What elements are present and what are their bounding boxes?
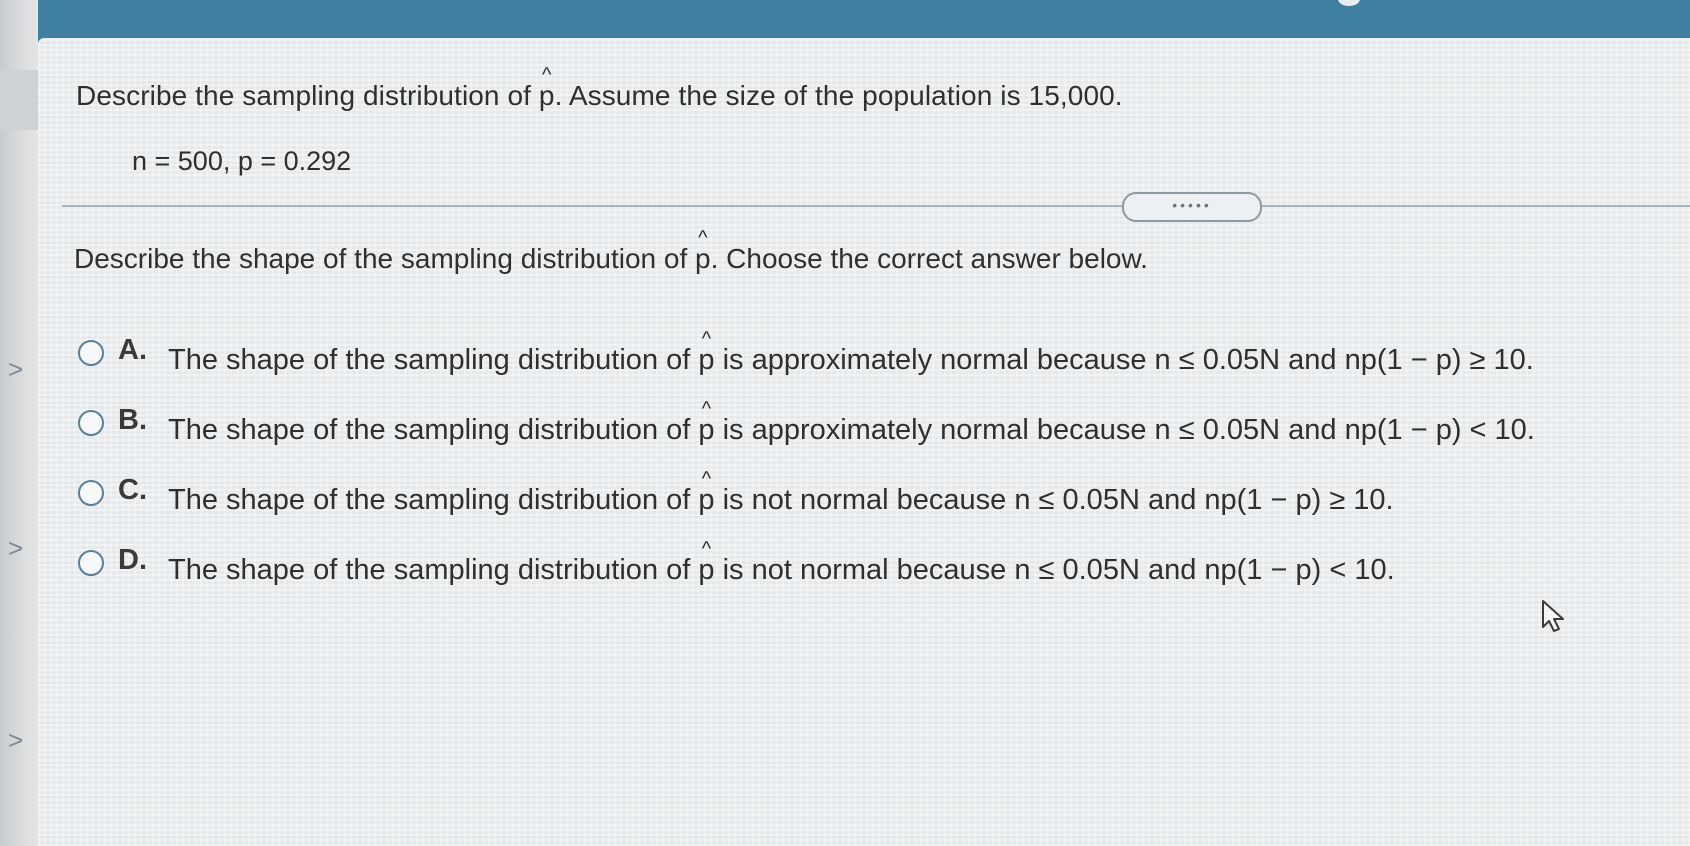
radio-button[interactable] — [78, 550, 104, 576]
option-text-suffix: is not normal because n ≤ 0.05N and np(1… — [714, 484, 1394, 516]
option-letter: C. — [118, 474, 147, 506]
option-letter: A. — [118, 334, 147, 366]
option-text-prefix: The shape of the sampling distribution o… — [168, 414, 699, 446]
chevron-right-icon[interactable]: > — [8, 727, 23, 753]
p-hat-symbol: ^ p — [698, 469, 714, 517]
hat-accent: ^ — [701, 538, 712, 560]
p-hat-symbol: ^ p — [698, 399, 714, 447]
question-prefix: Describe the sampling distribution of — [76, 80, 539, 111]
mouse-pointer-icon — [1542, 600, 1564, 632]
option-text: The shape of the sampling distribution o… — [168, 539, 1395, 587]
option-text: The shape of the sampling distribution o… — [168, 399, 1535, 447]
option-text-prefix: The shape of the sampling distribution o… — [168, 344, 699, 376]
radio-button[interactable] — [78, 410, 104, 436]
chevron-right-icon[interactable]: > — [8, 535, 23, 561]
expand-handle-button[interactable]: ••••• — [1122, 192, 1262, 222]
option-d[interactable]: D. The shape of the sampling distributio… — [78, 539, 1535, 612]
option-c[interactable]: C. The shape of the sampling distributio… — [78, 469, 1535, 542]
given-parameters: n = 500, p = 0.292 — [132, 146, 352, 176]
p-hat-symbol: ^ p — [695, 228, 711, 275]
hat-accent: ^ — [701, 398, 712, 420]
option-text-prefix: The shape of the sampling distribution o… — [168, 484, 699, 516]
option-text-suffix: is approximately normal because n ≤ 0.05… — [714, 414, 1535, 446]
option-letter: B. — [118, 404, 147, 436]
option-text-suffix: is approximately normal because n ≤ 0.05… — [714, 344, 1534, 376]
hat-accent: ^ — [701, 468, 712, 490]
p-hat-symbol: ^ p — [698, 539, 714, 587]
option-a[interactable]: A. The shape of the sampling distributio… — [78, 329, 1535, 402]
instruction-text: Describe the shape of the sampling distr… — [74, 228, 1148, 275]
hat-accent: ^ — [698, 227, 708, 249]
p-hat-symbol: ^ p — [698, 329, 714, 377]
option-text-suffix: is not normal because n ≤ 0.05N and np(1… — [714, 554, 1395, 586]
chevron-right-icon[interactable]: > — [8, 356, 23, 382]
instruction-suffix: . Choose the correct answer below. — [710, 243, 1148, 274]
left-nav-strip: > > > — [0, 0, 38, 846]
option-text-prefix: The shape of the sampling distribution o… — [168, 554, 699, 586]
option-text: The shape of the sampling distribution o… — [168, 469, 1394, 517]
hat-accent: ^ — [542, 64, 552, 86]
p-hat-symbol: ^ p — [539, 65, 555, 112]
radio-button[interactable] — [78, 480, 104, 506]
left-nav-tab — [0, 70, 38, 130]
answer-options: A. The shape of the sampling distributio… — [78, 329, 1535, 612]
radio-button[interactable] — [78, 340, 104, 366]
question-text: Describe the sampling distribution of ^ p… — [76, 65, 1123, 112]
question-suffix: . Assume the size of the population is 1… — [554, 80, 1123, 111]
option-b[interactable]: B. The shape of the sampling distributio… — [78, 399, 1535, 472]
option-text: The shape of the sampling distribution o… — [168, 329, 1534, 377]
option-letter: D. — [118, 544, 147, 576]
instruction-prefix: Describe the shape of the sampling distr… — [74, 243, 696, 274]
header-indicator — [1338, 0, 1360, 6]
hat-accent: ^ — [701, 328, 712, 350]
section-divider — [62, 205, 1690, 207]
